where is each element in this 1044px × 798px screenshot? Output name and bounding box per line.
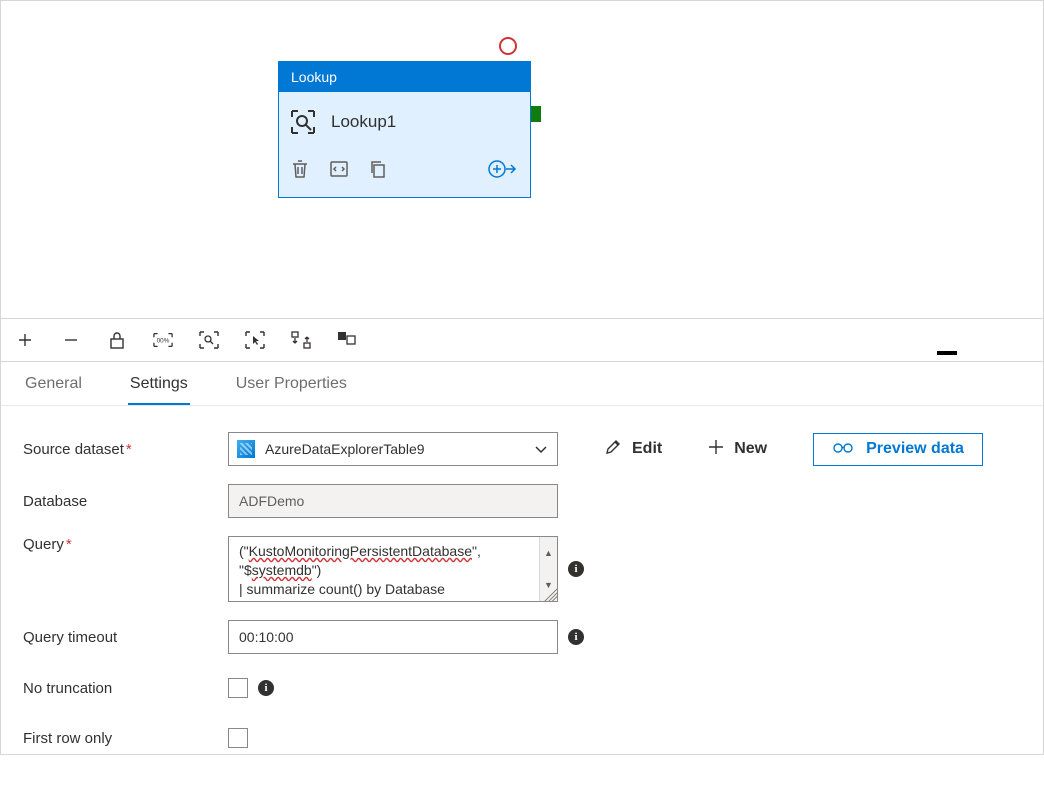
- database-label: Database: [23, 493, 228, 510]
- properties-tabs: General Settings User Properties: [1, 362, 1043, 406]
- lookup-activity-node[interactable]: Lookup Lookup1: [278, 61, 531, 198]
- first-row-only-label: First row only: [23, 730, 228, 747]
- activity-name-label: Lookup1: [331, 112, 396, 132]
- query-textarea[interactable]: ("KustoMonitoringPersistentDatabase", "$…: [228, 536, 558, 602]
- pipeline-canvas[interactable]: Lookup Lookup1: [1, 1, 1043, 318]
- new-dataset-button[interactable]: New: [708, 439, 767, 460]
- delete-icon[interactable]: [291, 159, 309, 182]
- canvas-toolbar: 00%: [1, 318, 1043, 362]
- zoom-reset-icon[interactable]: 00%: [153, 330, 173, 350]
- copy-icon[interactable]: [369, 159, 387, 182]
- code-icon[interactable]: [329, 159, 349, 182]
- info-icon[interactable]: i: [568, 629, 584, 645]
- source-dataset-value: AzureDataExplorerTable9: [265, 441, 425, 457]
- resize-grip-icon[interactable]: [541, 585, 557, 601]
- info-icon[interactable]: i: [568, 561, 584, 577]
- first-row-only-checkbox[interactable]: [228, 728, 248, 748]
- preview-data-button[interactable]: Preview data: [813, 433, 983, 466]
- svg-text:00%: 00%: [157, 338, 170, 345]
- tab-user-properties[interactable]: User Properties: [234, 375, 349, 405]
- azure-data-explorer-icon: [237, 440, 255, 458]
- edit-dataset-button[interactable]: Edit: [604, 438, 662, 461]
- validation-error-marker: [499, 37, 517, 55]
- activity-type-label: Lookup: [291, 69, 337, 85]
- minimap-icon[interactable]: [337, 330, 357, 350]
- query-timeout-input[interactable]: 00:10:00: [228, 620, 558, 654]
- source-dataset-select[interactable]: AzureDataExplorerTable9: [228, 432, 558, 466]
- scroll-up-icon[interactable]: ▲: [540, 537, 557, 569]
- success-output-handle[interactable]: [531, 106, 541, 122]
- chevron-down-icon: [535, 441, 547, 457]
- tab-settings[interactable]: Settings: [128, 375, 190, 405]
- pencil-icon: [604, 438, 622, 461]
- auto-layout-icon[interactable]: [291, 330, 311, 350]
- settings-panel: Source dataset* AzureDataExplorerTable9: [1, 406, 1043, 798]
- source-dataset-label: Source dataset*: [23, 441, 228, 458]
- panel-drag-handle[interactable]: [937, 351, 957, 355]
- no-truncation-label: No truncation: [23, 680, 228, 697]
- tab-general[interactable]: General: [23, 375, 84, 405]
- zoom-in-button[interactable]: [15, 330, 35, 350]
- add-output-icon[interactable]: [488, 158, 518, 183]
- query-timeout-label: Query timeout: [23, 629, 228, 646]
- lock-icon[interactable]: [107, 330, 127, 350]
- zoom-out-button[interactable]: [61, 330, 81, 350]
- selection-icon[interactable]: [245, 330, 265, 350]
- activity-body: Lookup1: [279, 92, 530, 146]
- glasses-icon: [832, 440, 854, 459]
- activity-type-header: Lookup: [279, 62, 530, 92]
- database-input: ADFDemo: [228, 484, 558, 518]
- zoom-to-fit-icon[interactable]: [199, 330, 219, 350]
- lookup-icon: [289, 108, 317, 136]
- activity-toolbar: [279, 146, 530, 197]
- query-content: ("KustoMonitoringPersistentDatabase", "$…: [239, 542, 537, 599]
- info-icon[interactable]: i: [258, 680, 274, 696]
- no-truncation-checkbox[interactable]: [228, 678, 248, 698]
- query-label: Query*: [23, 536, 228, 553]
- plus-icon: [708, 439, 724, 460]
